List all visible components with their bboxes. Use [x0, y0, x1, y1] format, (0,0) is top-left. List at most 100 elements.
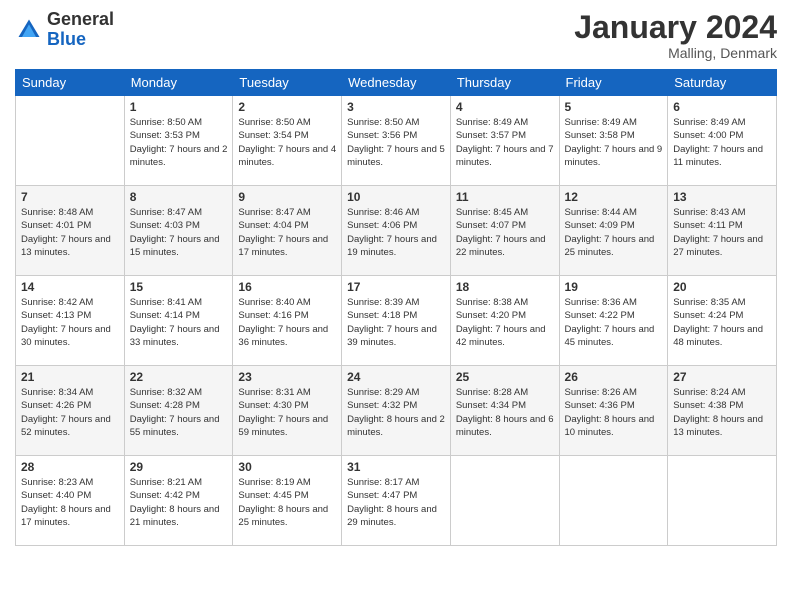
- calendar-cell: 23 Sunrise: 8:31 AM Sunset: 4:30 PM Dayl…: [233, 366, 342, 456]
- day-number: 6: [673, 100, 771, 114]
- calendar-cell: 19 Sunrise: 8:36 AM Sunset: 4:22 PM Dayl…: [559, 276, 668, 366]
- day-info: Sunrise: 8:26 AM Sunset: 4:36 PM Dayligh…: [565, 386, 663, 439]
- day-number: 5: [565, 100, 663, 114]
- day-info: Sunrise: 8:21 AM Sunset: 4:42 PM Dayligh…: [130, 476, 228, 529]
- day-number: 7: [21, 190, 119, 204]
- day-info: Sunrise: 8:48 AM Sunset: 4:01 PM Dayligh…: [21, 206, 119, 259]
- calendar-cell: [450, 456, 559, 546]
- location: Malling, Denmark: [574, 45, 777, 61]
- col-saturday: Saturday: [668, 70, 777, 96]
- calendar-cell: 10 Sunrise: 8:46 AM Sunset: 4:06 PM Dayl…: [342, 186, 451, 276]
- day-number: 16: [238, 280, 336, 294]
- day-number: 3: [347, 100, 445, 114]
- calendar-cell: [668, 456, 777, 546]
- day-number: 4: [456, 100, 554, 114]
- calendar-cell: [16, 96, 125, 186]
- header-row: Sunday Monday Tuesday Wednesday Thursday…: [16, 70, 777, 96]
- day-info: Sunrise: 8:17 AM Sunset: 4:47 PM Dayligh…: [347, 476, 445, 529]
- day-number: 9: [238, 190, 336, 204]
- day-number: 31: [347, 460, 445, 474]
- calendar-cell: 22 Sunrise: 8:32 AM Sunset: 4:28 PM Dayl…: [124, 366, 233, 456]
- day-number: 10: [347, 190, 445, 204]
- calendar-cell: 9 Sunrise: 8:47 AM Sunset: 4:04 PM Dayli…: [233, 186, 342, 276]
- calendar-cell: 18 Sunrise: 8:38 AM Sunset: 4:20 PM Dayl…: [450, 276, 559, 366]
- col-thursday: Thursday: [450, 70, 559, 96]
- col-wednesday: Wednesday: [342, 70, 451, 96]
- day-info: Sunrise: 8:24 AM Sunset: 4:38 PM Dayligh…: [673, 386, 771, 439]
- day-number: 27: [673, 370, 771, 384]
- day-info: Sunrise: 8:35 AM Sunset: 4:24 PM Dayligh…: [673, 296, 771, 349]
- day-info: Sunrise: 8:45 AM Sunset: 4:07 PM Dayligh…: [456, 206, 554, 259]
- day-info: Sunrise: 8:42 AM Sunset: 4:13 PM Dayligh…: [21, 296, 119, 349]
- col-friday: Friday: [559, 70, 668, 96]
- calendar-table: Sunday Monday Tuesday Wednesday Thursday…: [15, 69, 777, 546]
- calendar-cell: 29 Sunrise: 8:21 AM Sunset: 4:42 PM Dayl…: [124, 456, 233, 546]
- day-number: 14: [21, 280, 119, 294]
- day-number: 30: [238, 460, 336, 474]
- day-number: 18: [456, 280, 554, 294]
- calendar-cell: 24 Sunrise: 8:29 AM Sunset: 4:32 PM Dayl…: [342, 366, 451, 456]
- logo-general-text: General: [47, 10, 114, 30]
- day-number: 25: [456, 370, 554, 384]
- calendar-cell: 21 Sunrise: 8:34 AM Sunset: 4:26 PM Dayl…: [16, 366, 125, 456]
- day-number: 15: [130, 280, 228, 294]
- calendar-cell: 13 Sunrise: 8:43 AM Sunset: 4:11 PM Dayl…: [668, 186, 777, 276]
- day-number: 17: [347, 280, 445, 294]
- day-number: 8: [130, 190, 228, 204]
- day-info: Sunrise: 8:50 AM Sunset: 3:54 PM Dayligh…: [238, 116, 336, 169]
- logo-icon: [15, 16, 43, 44]
- day-info: Sunrise: 8:50 AM Sunset: 3:56 PM Dayligh…: [347, 116, 445, 169]
- day-number: 2: [238, 100, 336, 114]
- logo: General Blue: [15, 10, 114, 50]
- day-info: Sunrise: 8:32 AM Sunset: 4:28 PM Dayligh…: [130, 386, 228, 439]
- day-info: Sunrise: 8:40 AM Sunset: 4:16 PM Dayligh…: [238, 296, 336, 349]
- day-info: Sunrise: 8:49 AM Sunset: 4:00 PM Dayligh…: [673, 116, 771, 169]
- day-info: Sunrise: 8:31 AM Sunset: 4:30 PM Dayligh…: [238, 386, 336, 439]
- day-info: Sunrise: 8:44 AM Sunset: 4:09 PM Dayligh…: [565, 206, 663, 259]
- day-number: 28: [21, 460, 119, 474]
- day-info: Sunrise: 8:41 AM Sunset: 4:14 PM Dayligh…: [130, 296, 228, 349]
- day-info: Sunrise: 8:19 AM Sunset: 4:45 PM Dayligh…: [238, 476, 336, 529]
- calendar-cell: 6 Sunrise: 8:49 AM Sunset: 4:00 PM Dayli…: [668, 96, 777, 186]
- day-number: 1: [130, 100, 228, 114]
- calendar-cell: 15 Sunrise: 8:41 AM Sunset: 4:14 PM Dayl…: [124, 276, 233, 366]
- calendar-cell: 16 Sunrise: 8:40 AM Sunset: 4:16 PM Dayl…: [233, 276, 342, 366]
- calendar-cell: 11 Sunrise: 8:45 AM Sunset: 4:07 PM Dayl…: [450, 186, 559, 276]
- calendar-cell: 2 Sunrise: 8:50 AM Sunset: 3:54 PM Dayli…: [233, 96, 342, 186]
- calendar-cell: 30 Sunrise: 8:19 AM Sunset: 4:45 PM Dayl…: [233, 456, 342, 546]
- calendar-cell: 12 Sunrise: 8:44 AM Sunset: 4:09 PM Dayl…: [559, 186, 668, 276]
- day-info: Sunrise: 8:50 AM Sunset: 3:53 PM Dayligh…: [130, 116, 228, 169]
- day-info: Sunrise: 8:29 AM Sunset: 4:32 PM Dayligh…: [347, 386, 445, 439]
- calendar-cell: 20 Sunrise: 8:35 AM Sunset: 4:24 PM Dayl…: [668, 276, 777, 366]
- day-number: 20: [673, 280, 771, 294]
- logo-blue-text: Blue: [47, 30, 114, 50]
- col-tuesday: Tuesday: [233, 70, 342, 96]
- day-info: Sunrise: 8:47 AM Sunset: 4:03 PM Dayligh…: [130, 206, 228, 259]
- day-info: Sunrise: 8:23 AM Sunset: 4:40 PM Dayligh…: [21, 476, 119, 529]
- title-block: January 2024 Malling, Denmark: [574, 10, 777, 61]
- calendar-cell: [559, 456, 668, 546]
- calendar-cell: 3 Sunrise: 8:50 AM Sunset: 3:56 PM Dayli…: [342, 96, 451, 186]
- calendar-cell: 25 Sunrise: 8:28 AM Sunset: 4:34 PM Dayl…: [450, 366, 559, 456]
- day-info: Sunrise: 8:34 AM Sunset: 4:26 PM Dayligh…: [21, 386, 119, 439]
- day-info: Sunrise: 8:28 AM Sunset: 4:34 PM Dayligh…: [456, 386, 554, 439]
- day-number: 13: [673, 190, 771, 204]
- day-info: Sunrise: 8:39 AM Sunset: 4:18 PM Dayligh…: [347, 296, 445, 349]
- calendar-cell: 5 Sunrise: 8:49 AM Sunset: 3:58 PM Dayli…: [559, 96, 668, 186]
- calendar-cell: 26 Sunrise: 8:26 AM Sunset: 4:36 PM Dayl…: [559, 366, 668, 456]
- logo-text: General Blue: [47, 10, 114, 50]
- header: General Blue January 2024 Malling, Denma…: [15, 10, 777, 61]
- col-sunday: Sunday: [16, 70, 125, 96]
- day-number: 29: [130, 460, 228, 474]
- day-info: Sunrise: 8:36 AM Sunset: 4:22 PM Dayligh…: [565, 296, 663, 349]
- calendar-cell: 8 Sunrise: 8:47 AM Sunset: 4:03 PM Dayli…: [124, 186, 233, 276]
- day-info: Sunrise: 8:47 AM Sunset: 4:04 PM Dayligh…: [238, 206, 336, 259]
- calendar-cell: 17 Sunrise: 8:39 AM Sunset: 4:18 PM Dayl…: [342, 276, 451, 366]
- day-info: Sunrise: 8:49 AM Sunset: 3:57 PM Dayligh…: [456, 116, 554, 169]
- calendar-cell: 31 Sunrise: 8:17 AM Sunset: 4:47 PM Dayl…: [342, 456, 451, 546]
- day-number: 24: [347, 370, 445, 384]
- calendar-cell: 28 Sunrise: 8:23 AM Sunset: 4:40 PM Dayl…: [16, 456, 125, 546]
- day-number: 23: [238, 370, 336, 384]
- day-number: 22: [130, 370, 228, 384]
- day-number: 19: [565, 280, 663, 294]
